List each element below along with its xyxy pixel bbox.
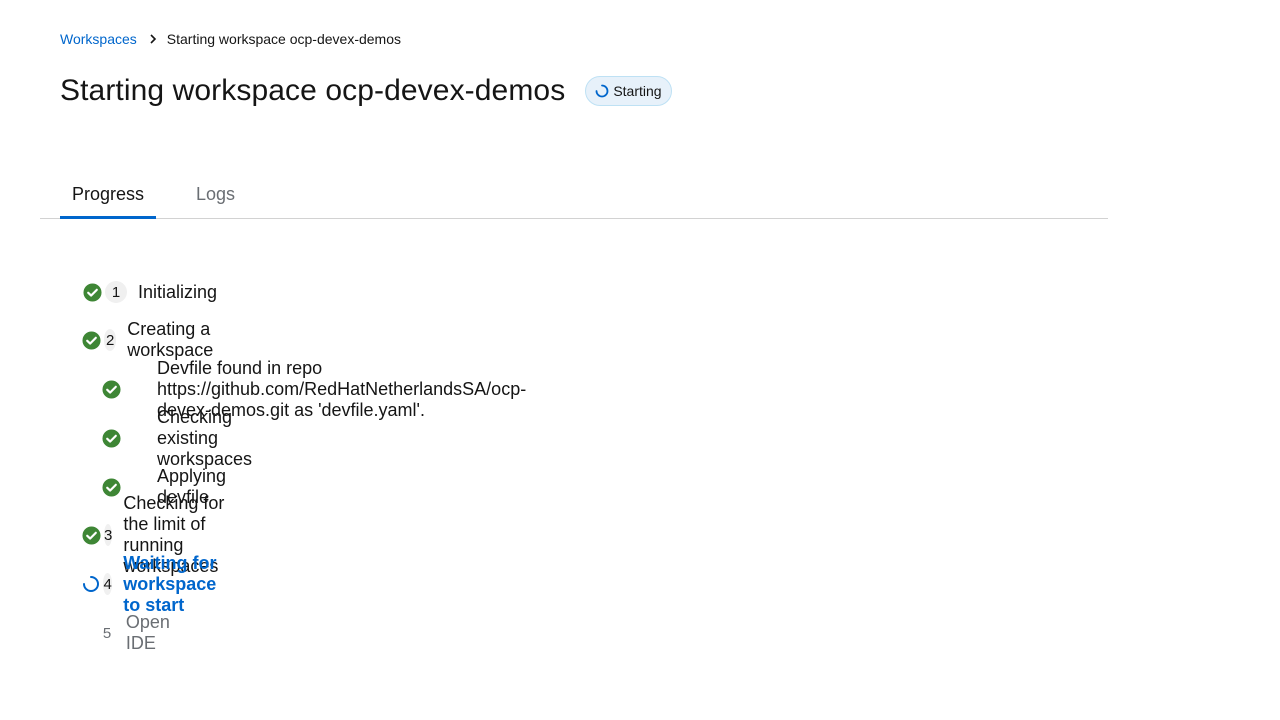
step-number: 2 — [104, 329, 117, 351]
tab-progress[interactable]: Progress — [60, 170, 156, 219]
step-number: 1 — [105, 281, 127, 303]
breadcrumb-current: Starting workspace ocp-devex-demos — [166, 31, 402, 47]
status-badge: Starting — [585, 76, 672, 106]
step-number: 4 — [103, 573, 113, 595]
spinner-icon — [595, 84, 609, 98]
step-number: 5 — [102, 624, 112, 642]
substep-devfile-found: Devfile found in repo https://github.com… — [102, 358, 526, 420]
step-initializing: 1 Initializing — [82, 279, 217, 305]
tab-bar: Progress Logs — [40, 170, 1108, 219]
spinner-icon — [82, 574, 100, 594]
tab-logs[interactable]: Logs — [176, 170, 255, 218]
step-label: Creating a workspace — [127, 319, 214, 360]
page-header: Starting workspace ocp-devex-demos Start… — [60, 74, 672, 108]
step-waiting-start: 4 Waiting for workspace to start — [82, 553, 231, 615]
step-label: Waiting for workspace to start — [123, 552, 217, 615]
tab-logs-label: Logs — [196, 183, 236, 204]
breadcrumb: Workspaces Starting workspace ocp-devex-… — [60, 31, 401, 47]
check-circle-icon — [102, 379, 121, 399]
breadcrumb-link-workspaces[interactable]: Workspaces — [60, 31, 137, 47]
substep-checking-existing: Checking existing workspaces — [102, 407, 252, 469]
check-circle-icon — [82, 525, 101, 545]
tab-progress-label: Progress — [71, 183, 145, 204]
step-open-ide: 5 Open IDE — [82, 612, 182, 653]
chevron-right-icon — [149, 34, 157, 44]
check-circle-icon — [82, 282, 102, 302]
check-circle-icon — [102, 428, 121, 448]
step-number: 3 — [104, 524, 113, 546]
page-title: Starting workspace ocp-devex-demos — [60, 74, 566, 107]
check-circle-icon — [102, 477, 121, 497]
status-badge-label: Starting — [613, 83, 662, 99]
step-label: Initializing — [138, 281, 218, 302]
step-creating-workspace: 2 Creating a workspace — [82, 319, 224, 360]
blank-icon — [82, 623, 96, 643]
step-label: Open IDE — [125, 612, 170, 653]
substep-label: Checking existing workspaces — [157, 406, 253, 469]
step-checking-limit: 3 Checking for the limit of running work… — [82, 493, 233, 576]
check-circle-icon — [82, 330, 101, 350]
